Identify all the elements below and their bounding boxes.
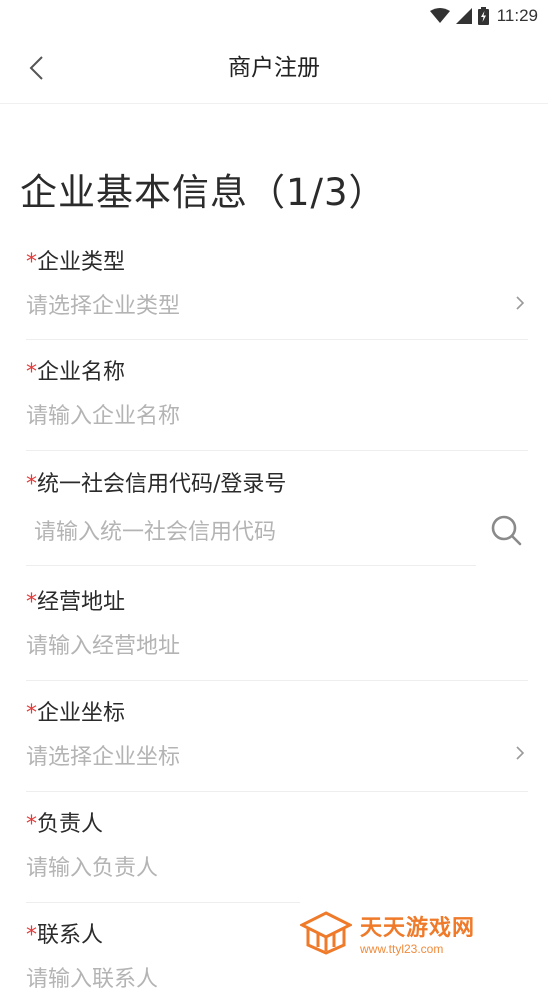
search-icon [491,515,522,546]
company-type-select[interactable]: 请选择企业类型 [26,288,180,320]
person-in-charge-input[interactable]: 请输入负责人 [26,850,158,882]
contact-person-input[interactable]: 请输入联系人 [26,961,158,993]
credit-code-input[interactable]: 请输入统一社会信用代码 [34,514,276,546]
chevron-right-icon [516,746,525,760]
cellular-signal-icon [455,8,472,24]
section-heading: 企业基本信息（1/3） [20,171,387,214]
field-business-address[interactable]: *经营地址 请输入经营地址 [26,584,528,681]
required-mark: * [26,360,37,385]
search-button[interactable] [490,514,524,548]
watermark-url: www.ttyl23.com [360,942,444,956]
field-person-in-charge[interactable]: *负责人 请输入负责人 [26,806,528,903]
required-mark: * [26,701,37,726]
field-label: *企业坐标 [26,701,126,726]
status-time: 11:29 [496,6,538,25]
field-label: *企业名称 [26,360,126,385]
chevron-right-icon [516,296,525,310]
company-name-input[interactable]: 请输入企业名称 [26,398,180,430]
field-label: *经营地址 [26,590,126,615]
watermark-logo-icon [300,911,352,955]
field-credit-code[interactable]: *统一社会信用代码/登录号 请输入统一社会信用代码 [26,466,528,566]
divider [26,339,528,340]
required-mark: * [26,590,37,615]
required-mark: * [26,472,37,497]
divider [26,791,528,792]
page-title: 商户注册 [228,55,320,81]
field-label: *统一社会信用代码/登录号 [26,472,287,497]
wifi-icon [429,8,450,23]
status-bar: 11:29 [0,0,548,32]
field-label: *企业类型 [26,250,126,275]
company-location-select[interactable]: 请选择企业坐标 [26,739,180,771]
divider [26,565,476,566]
required-mark: * [26,250,37,275]
nav-bar: 商户注册 [0,32,548,104]
field-company-type[interactable]: *企业类型 请选择企业类型 [26,244,528,340]
divider [26,450,528,451]
business-address-input[interactable]: 请输入经营地址 [26,628,180,660]
watermark-name: 天天游戏网 [360,916,476,941]
required-mark: * [26,923,37,948]
divider [26,680,528,681]
battery-icon [477,7,489,25]
watermark-text: 天天游戏网 www.ttyl23.com [360,910,475,956]
field-company-location[interactable]: *企业坐标 请选择企业坐标 [26,695,528,792]
required-mark: * [26,812,37,837]
field-company-name[interactable]: *企业名称 请输入企业名称 [26,354,528,451]
field-label: *负责人 [26,812,104,837]
watermark: 天天游戏网 www.ttyl23.com [300,894,548,972]
